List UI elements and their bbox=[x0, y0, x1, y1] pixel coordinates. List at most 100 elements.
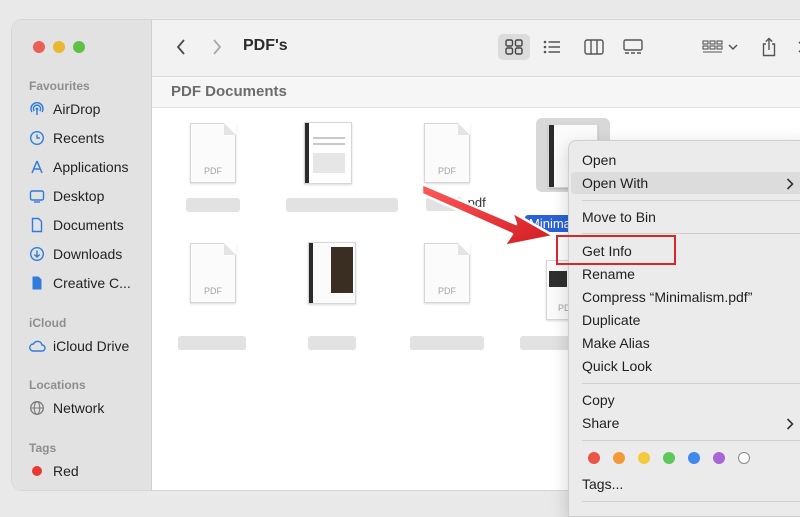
menu-item-rename[interactable]: Rename bbox=[582, 266, 635, 282]
sidebar-item-applications[interactable]: Applications bbox=[28, 155, 129, 179]
list-view-button[interactable] bbox=[538, 34, 566, 60]
file-item[interactable] bbox=[290, 240, 370, 350]
sidebar-section-tags: Tags bbox=[29, 441, 57, 455]
menu-item-open[interactable]: Open bbox=[582, 152, 616, 168]
menu-item-open-with[interactable]: Open With bbox=[582, 175, 648, 191]
menu-separator bbox=[582, 383, 800, 384]
sidebar: Favourites AirDrop Recents Applications … bbox=[12, 20, 152, 490]
file-item[interactable] bbox=[270, 120, 398, 212]
gallery-icon bbox=[623, 39, 643, 54]
sidebar-item-downloads[interactable]: Downloads bbox=[28, 242, 122, 266]
chevron-right-icon bbox=[213, 39, 222, 55]
menu-separator bbox=[582, 233, 800, 234]
folder-group-header: PDF Documents bbox=[152, 77, 800, 108]
grid-icon bbox=[505, 39, 523, 55]
share-button[interactable] bbox=[758, 34, 780, 60]
download-icon bbox=[28, 245, 46, 263]
sidebar-item-airdrop[interactable]: AirDrop bbox=[28, 97, 100, 121]
tag-dot-yellow[interactable] bbox=[638, 452, 650, 464]
menu-item-share[interactable]: Share bbox=[582, 415, 619, 431]
back-button[interactable] bbox=[172, 37, 190, 57]
gallery-view-button[interactable] bbox=[618, 34, 648, 60]
clock-icon bbox=[28, 129, 46, 147]
sidebar-item-label: Desktop bbox=[53, 188, 105, 204]
menu-item-quick-look[interactable]: Quick Look bbox=[582, 358, 652, 374]
sidebar-item-network[interactable]: Network bbox=[28, 396, 104, 420]
pdf-thumbnail bbox=[308, 242, 356, 304]
sidebar-item-label: Network bbox=[53, 400, 105, 416]
applications-icon bbox=[28, 158, 46, 176]
menu-item-make-alias[interactable]: Make Alias bbox=[582, 335, 650, 351]
pdf-thumbnail: PDF bbox=[190, 243, 236, 303]
file-name-blurred bbox=[186, 198, 240, 212]
context-menu: Open Open With Move to Bin Get Info Rena… bbox=[568, 140, 800, 517]
submenu-chevron-icon bbox=[786, 418, 794, 430]
sidebar-item-creative-cloud[interactable]: Creative C... bbox=[28, 271, 131, 295]
tag-dot-none[interactable] bbox=[738, 452, 750, 464]
tag-dot-green[interactable] bbox=[663, 452, 675, 464]
tag-dot-blue[interactable] bbox=[688, 452, 700, 464]
chevron-left-icon bbox=[176, 39, 185, 55]
sidebar-item-label: iCloud Drive bbox=[53, 338, 130, 354]
menu-item-move-to-bin[interactable]: Move to Bin bbox=[582, 209, 656, 225]
menu-separator bbox=[582, 200, 800, 201]
pdf-thumbnail: PDF bbox=[424, 123, 470, 183]
cloud-icon bbox=[28, 337, 46, 355]
sidebar-item-label: AirDrop bbox=[53, 101, 101, 117]
globe-icon bbox=[28, 399, 46, 417]
close-window-button[interactable] bbox=[33, 41, 45, 53]
menu-item-duplicate[interactable]: Duplicate bbox=[582, 312, 640, 328]
group-icon bbox=[702, 40, 723, 53]
tag-dot-purple[interactable] bbox=[713, 452, 725, 464]
share-icon bbox=[762, 37, 776, 57]
document-icon bbox=[28, 216, 46, 234]
file-item[interactable]: PDF bbox=[172, 240, 252, 350]
toolbar: PDF's bbox=[152, 20, 800, 77]
sidebar-item-label: Documents bbox=[53, 217, 124, 233]
tag-dot-orange[interactable] bbox=[613, 452, 625, 464]
menu-separator bbox=[582, 501, 800, 502]
group-by-button[interactable] bbox=[700, 34, 740, 60]
sidebar-item-documents[interactable]: Documents bbox=[28, 213, 124, 237]
columns-icon bbox=[584, 39, 604, 55]
sidebar-item-label: Recents bbox=[53, 130, 105, 146]
zoom-window-button[interactable] bbox=[73, 41, 85, 53]
file-icon bbox=[28, 274, 46, 292]
file-name-blurred bbox=[410, 336, 484, 350]
sidebar-section-favourites: Favourites bbox=[29, 79, 90, 93]
airdrop-icon bbox=[28, 100, 46, 118]
desktop-icon bbox=[28, 187, 46, 205]
file-item[interactable]: PDF bbox=[172, 120, 252, 212]
forward-button[interactable] bbox=[208, 37, 226, 57]
sidebar-section-locations: Locations bbox=[29, 378, 86, 392]
red-tag-icon bbox=[28, 462, 46, 480]
pdf-thumbnail bbox=[304, 122, 352, 184]
file-name-blurred bbox=[308, 336, 356, 350]
list-icon bbox=[543, 40, 560, 54]
sidebar-item-tag-red[interactable]: Red bbox=[28, 459, 79, 483]
column-view-button[interactable] bbox=[580, 34, 608, 60]
sidebar-item-label: Creative C... bbox=[53, 275, 131, 291]
chevron-down-icon bbox=[728, 44, 738, 51]
icon-view-button[interactable] bbox=[498, 34, 530, 60]
minimize-window-button[interactable] bbox=[53, 41, 65, 53]
menu-item-compress[interactable]: Compress “Minimalism.pdf” bbox=[582, 289, 752, 305]
file-name-blurred bbox=[286, 198, 398, 212]
sidebar-section-icloud: iCloud bbox=[29, 316, 67, 330]
pdf-thumbnail: PDF bbox=[190, 123, 236, 183]
tag-dot-red[interactable] bbox=[588, 452, 600, 464]
more-toolbar-button[interactable] bbox=[792, 34, 800, 60]
sidebar-item-label: Applications bbox=[53, 159, 129, 175]
menu-item-copy[interactable]: Copy bbox=[582, 392, 615, 408]
sidebar-item-label: Downloads bbox=[53, 246, 123, 262]
menu-separator bbox=[582, 440, 800, 441]
sidebar-item-recents[interactable]: Recents bbox=[28, 126, 104, 150]
submenu-chevron-icon bbox=[786, 178, 794, 190]
menu-item-tags[interactable]: Tags... bbox=[582, 476, 623, 492]
get-info-highlight-box bbox=[556, 235, 676, 265]
window-title: PDF's bbox=[243, 37, 288, 54]
sidebar-item-desktop[interactable]: Desktop bbox=[28, 184, 104, 208]
file-name-blurred bbox=[178, 336, 246, 350]
folder-label: PDF Documents bbox=[171, 83, 287, 100]
sidebar-item-icloud-drive[interactable]: iCloud Drive bbox=[28, 334, 129, 358]
